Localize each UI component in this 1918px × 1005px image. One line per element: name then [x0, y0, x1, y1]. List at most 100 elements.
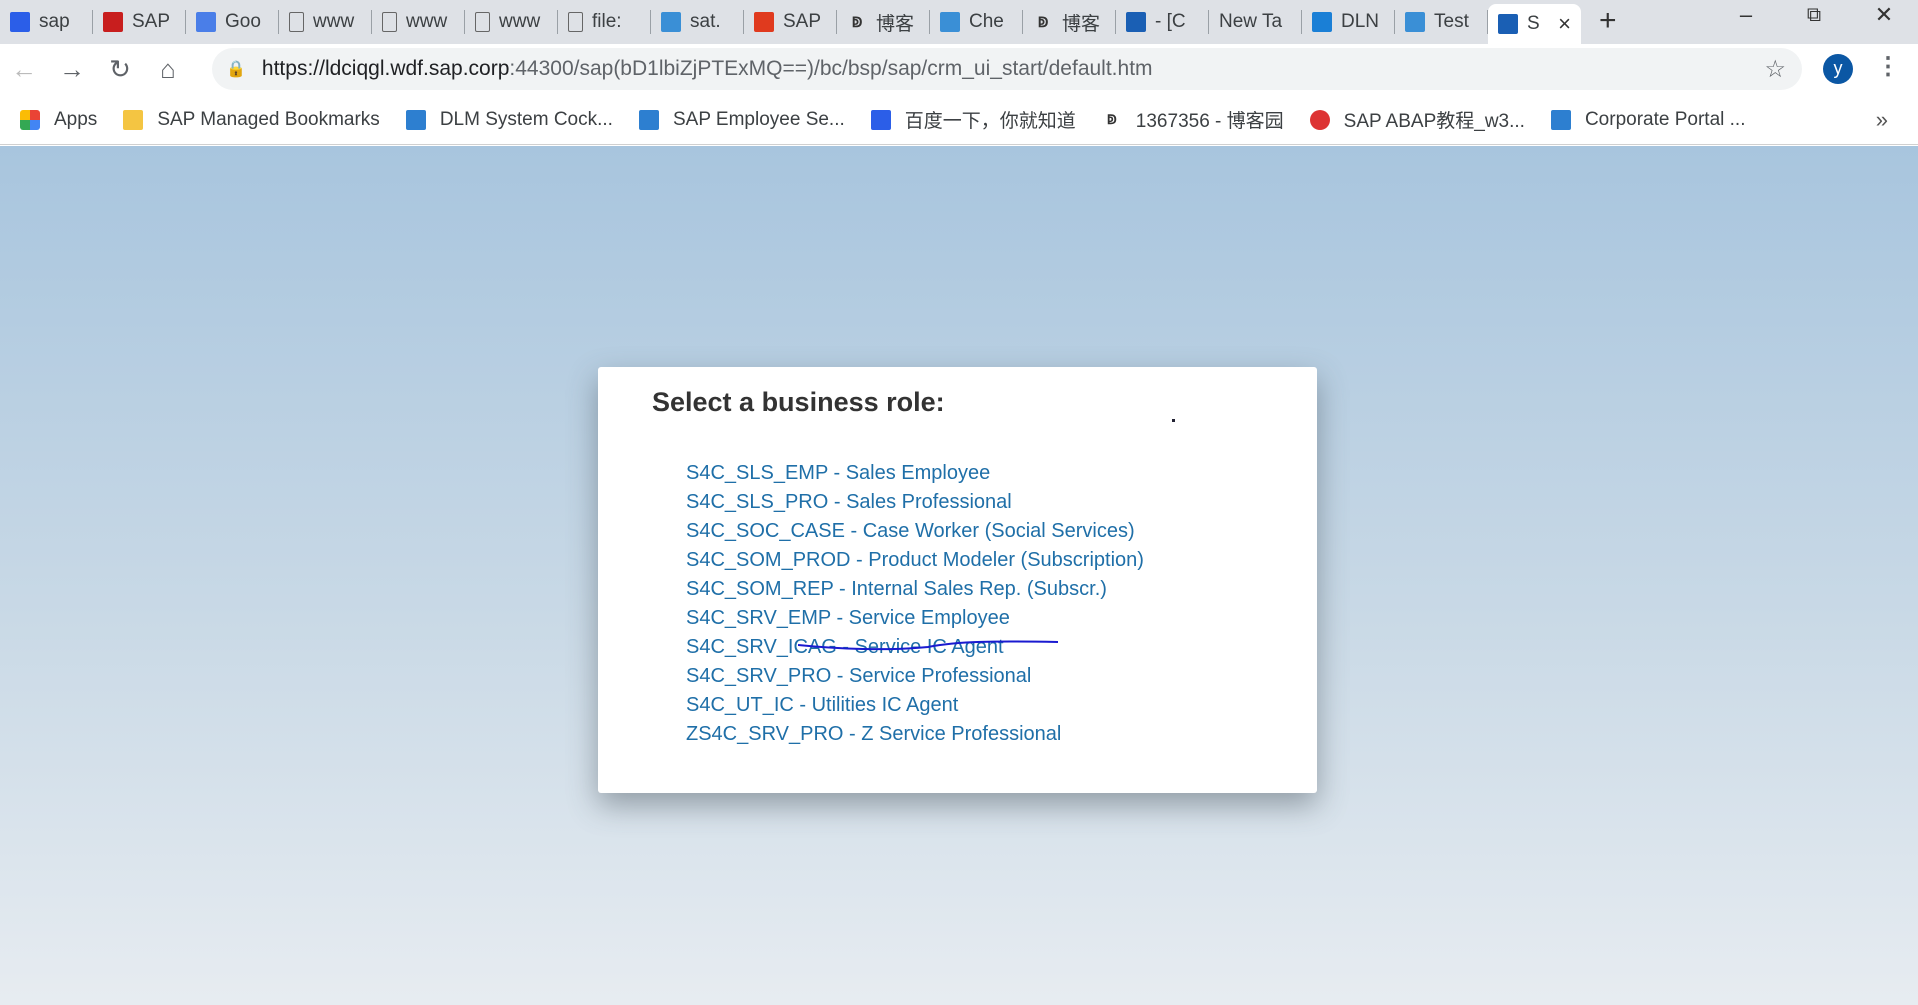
page-icon	[289, 12, 304, 32]
bookmark-label: SAP ABAP教程_w3...	[1343, 111, 1525, 132]
google-translate-icon	[196, 12, 216, 32]
tab[interactable]: Test	[1395, 4, 1488, 40]
role-link[interactable]: S4C_SRV_PRO - Service Professional	[686, 662, 1144, 691]
minimize-button[interactable]: –	[1718, 0, 1774, 30]
apps-grid-icon	[20, 109, 40, 130]
tab-label: SAP	[132, 11, 171, 32]
menu-icon[interactable]: ⋮	[1876, 52, 1900, 81]
profile-avatar[interactable]: y	[1823, 54, 1853, 84]
tab-label: Test	[1434, 11, 1469, 32]
lock-icon: 🔒	[226, 61, 246, 78]
stray-dot	[1172, 419, 1175, 422]
tab[interactable]: www	[465, 4, 558, 40]
csdn-c-icon	[103, 12, 123, 32]
sap-icon	[661, 12, 681, 32]
baidu-paw-icon	[10, 12, 30, 32]
tab[interactable]: - [C	[1116, 4, 1209, 40]
tab[interactable]: www	[279, 4, 372, 40]
role-link[interactable]: S4C_SOC_CASE - Case Worker (Social Servi…	[686, 517, 1144, 546]
toolbar: ← → ↻ ⌂ 🔒 https://ldciqgl.wdf.sap.corp:4…	[0, 44, 1918, 95]
url-path: :44300/sap(bD1lbiZjPTExMQ==)/bc/bsp/sap/…	[509, 57, 1153, 80]
home-icon[interactable]: ⌂	[144, 54, 192, 85]
page-icon	[568, 12, 583, 32]
role-list: S4C_SLS_EMP - Sales Employee S4C_SLS_PRO …	[686, 459, 1144, 749]
bookmark-label: Corporate Portal ...	[1584, 108, 1746, 130]
role-link[interactable]: S4C_SRV_EMP - Service Employee	[686, 604, 1144, 633]
cnblogs-icon: ↁ	[1101, 109, 1122, 130]
bookmark-item[interactable]: SAP ABAP教程_w3...	[1309, 106, 1525, 133]
back-icon[interactable]: ←	[0, 54, 48, 85]
tab[interactable]: S ×	[1488, 4, 1581, 44]
page-icon	[475, 12, 490, 32]
role-selection-dialog: Select a business role: S4C_SLS_EMP - Sa…	[598, 367, 1317, 793]
bookmarks-bar: Apps SAP Managed Bookmarks DLM System Cock…	[0, 95, 1918, 145]
tab-label: www	[499, 11, 541, 32]
bookmark-item[interactable]: Apps	[20, 109, 97, 131]
tab-label: 博客	[876, 13, 915, 35]
forward-icon[interactable]: →	[48, 54, 96, 85]
sap-icon	[405, 109, 426, 130]
tab[interactable]: sap	[0, 4, 93, 40]
bookmark-label: DLM System Cock...	[439, 108, 613, 130]
bookmark-item[interactable]: 百度一下，你就知道	[870, 106, 1076, 133]
cnblogs-icon: ↁ	[851, 13, 863, 30]
tab[interactable]: New Ta	[1209, 4, 1302, 40]
address-bar[interactable]: 🔒 https://ldciqgl.wdf.sap.corp:44300/sap…	[212, 48, 1802, 90]
tab-strip: sap SAP Goo www www www file: sat. SAP ↁ 博客 Che ↁ 博客 -…	[0, 0, 1918, 44]
sap-icon	[1405, 12, 1425, 32]
bookmark-label: 1367356 - 博客园	[1135, 111, 1284, 132]
bookmark-item[interactable]: DLM System Cock...	[405, 108, 613, 131]
restore-button[interactable]: ⧉	[1786, 0, 1842, 30]
tab[interactable]: file:	[558, 4, 651, 40]
page-icon	[382, 12, 397, 32]
page-background: Select a business role: S4C_SLS_EMP - Sa…	[0, 146, 1918, 1005]
close-tab-icon[interactable]: ×	[1558, 11, 1571, 37]
url-host: https://ldciqgl.wdf.sap.corp	[261, 57, 510, 80]
owl-icon	[1309, 109, 1330, 130]
bookmark-label: Apps	[54, 108, 98, 130]
bookmark-item[interactable]: Corporate Portal ...	[1550, 108, 1746, 131]
dialog-title: Select a business role:	[652, 387, 945, 417]
sap-icon	[1550, 109, 1571, 130]
reload-icon[interactable]: ↻	[96, 54, 144, 85]
tab-label: SAP	[783, 11, 822, 32]
tab-label: Che	[969, 11, 1004, 32]
tab-label: sap	[39, 11, 70, 32]
tab[interactable]: SAP	[93, 4, 186, 40]
hand-drawn-underline	[798, 640, 1059, 651]
role-link[interactable]: ZS4C_SRV_PRO - Z Service Professional	[686, 720, 1144, 749]
tab[interactable]: SAP	[744, 4, 837, 40]
tab[interactable]: ↁ 博客	[1023, 4, 1116, 40]
bookmark-item[interactable]: SAP Managed Bookmarks	[123, 109, 380, 131]
tab-label: New Ta	[1219, 11, 1283, 32]
tab-label: DLN	[1341, 11, 1380, 32]
sap-icon	[638, 109, 659, 130]
role-link[interactable]: S4C_UT_IC - Utilities IC Agent	[686, 691, 1144, 720]
zhao-icon	[754, 12, 774, 32]
bookmark-item[interactable]: ↁ 1367356 - 博客园	[1101, 106, 1284, 133]
tab[interactable]: www	[372, 4, 465, 40]
role-link[interactable]: S4C_SOM_REP - Internal Sales Rep. (Subsc…	[686, 575, 1144, 604]
more-bookmarks-icon[interactable]: »	[1876, 107, 1888, 133]
tab-label: - [C	[1155, 11, 1186, 32]
tab[interactable]: Goo	[186, 4, 279, 40]
role-link[interactable]: S4C_SLS_PRO - Sales Professional	[686, 488, 1144, 517]
close-window-button[interactable]: ✕	[1856, 0, 1912, 30]
bookmark-label: 百度一下，你就知道	[904, 111, 1076, 132]
bookmark-item[interactable]: SAP Employee Se...	[638, 108, 845, 131]
role-link[interactable]: S4C_SLS_EMP - Sales Employee	[686, 459, 1144, 488]
folder-icon	[123, 109, 144, 130]
tab[interactable]: Che	[930, 4, 1023, 40]
cnblogs-icon: ↁ	[1037, 13, 1049, 30]
new-tab-button[interactable]: +	[1599, 4, 1617, 38]
tab[interactable]: DLN	[1302, 4, 1395, 40]
tab[interactable]: sat.	[651, 4, 744, 40]
role-link[interactable]: S4C_SOM_PROD - Product Modeler (Subscrip…	[686, 546, 1144, 575]
bookmark-label: SAP Employee Se...	[672, 108, 845, 130]
tab-label: sat.	[690, 11, 721, 32]
bookmark-star-icon[interactable]: ☆	[1764, 55, 1786, 84]
tab[interactable]: ↁ 博客	[837, 4, 930, 40]
tab-label: S	[1527, 13, 1540, 34]
tab-label: Goo	[225, 11, 261, 32]
tab-label: www	[313, 11, 355, 32]
